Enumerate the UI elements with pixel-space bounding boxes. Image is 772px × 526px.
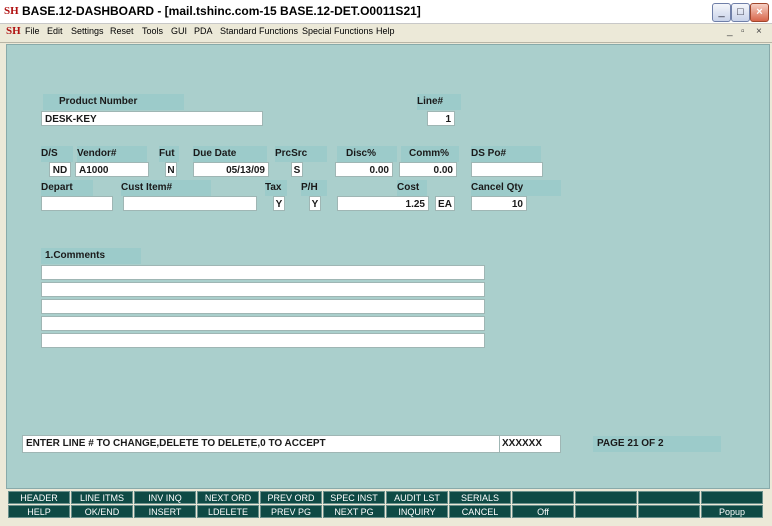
fkey-help-button[interactable]: HELP (8, 505, 70, 518)
fkey-blank-button[interactable] (575, 505, 637, 518)
fkey-prev-ord-button[interactable]: PREV ORD (260, 491, 322, 504)
fkey-blank-button[interactable] (638, 491, 700, 504)
tax-field[interactable]: Y (273, 196, 285, 211)
due-date-label: Due Date (193, 146, 267, 162)
menu-tools[interactable]: Tools (142, 26, 163, 36)
fkey-blank-button[interactable] (701, 491, 763, 504)
cost-um-field[interactable]: EA (435, 196, 455, 211)
vendor-label: Vendor# (77, 146, 147, 162)
ph-field[interactable]: Y (309, 196, 321, 211)
product-number-field[interactable]: DESK-KEY (41, 111, 263, 126)
document-icon[interactable]: SH (6, 25, 21, 37)
fkey-line-items-button[interactable]: LINE ITMS (71, 491, 133, 504)
menu-reset[interactable]: Reset (110, 26, 134, 36)
menu-settings[interactable]: Settings (71, 26, 104, 36)
due-date-field[interactable]: 05/13/09 (193, 162, 269, 177)
fkey-cancel-button[interactable]: CANCEL (449, 505, 511, 518)
depart-label: Depart (41, 180, 93, 196)
fkey-prev-pg-button[interactable]: PREV PG (260, 505, 322, 518)
tax-label: Tax (265, 180, 287, 196)
cost-field[interactable]: 1.25 (337, 196, 429, 211)
dspo-field[interactable] (471, 162, 543, 177)
page-indicator: PAGE 21 OF 2 (593, 436, 721, 452)
menu-standard-functions[interactable]: Standard Functions (220, 26, 298, 36)
fkey-spec-inst-button[interactable]: SPEC INST (323, 491, 385, 504)
comment-line[interactable] (41, 316, 485, 331)
menu-edit[interactable]: Edit (47, 26, 63, 36)
close-button[interactable]: × (750, 3, 769, 22)
fkey-next-pg-button[interactable]: NEXT PG (323, 505, 385, 518)
fut-label: Fut (159, 146, 179, 162)
menu-help[interactable]: Help (376, 26, 395, 36)
comment-line[interactable] (41, 265, 485, 280)
cost-label: Cost (397, 180, 427, 196)
fkey-ok-end-button[interactable]: OK/END (71, 505, 133, 518)
product-number-label: Product Number (43, 94, 184, 110)
comm-label: Comm% (401, 146, 459, 162)
fkey-header-button[interactable]: HEADER (8, 491, 70, 504)
fkey-popup-button[interactable]: Popup (701, 505, 763, 518)
fkey-next-ord-button[interactable]: NEXT ORD (197, 491, 259, 504)
fut-field[interactable]: N (165, 162, 177, 177)
menu-pda[interactable]: PDA (194, 26, 213, 36)
cust-item-field[interactable] (123, 196, 257, 211)
menu-file[interactable]: File (25, 26, 40, 36)
fkey-inquiry-button[interactable]: INQUIRY (386, 505, 448, 518)
window-title: BASE.12-DASHBOARD - [mail.tshinc.com-15 … (22, 4, 421, 18)
fkey-inv-inq-button[interactable]: INV INQ (134, 491, 196, 504)
fkey-audit-lst-button[interactable]: AUDIT LST (386, 491, 448, 504)
comment-line[interactable] (41, 333, 485, 348)
disc-field[interactable]: 0.00 (335, 162, 393, 177)
doc-minimize-button[interactable]: _ (727, 26, 733, 37)
fkey-off-button[interactable]: Off (512, 505, 574, 518)
function-key-bar: HEADER LINE ITMS INV INQ NEXT ORD PREV O… (6, 490, 768, 520)
status-code-field: XXXXXX (499, 435, 561, 453)
status-prompt-field[interactable]: ENTER LINE # TO CHANGE,DELETE TO DELETE,… (22, 435, 500, 453)
form-area: Product Number DESK-KEY Line# 1 D/S Vend… (6, 44, 770, 489)
ph-label: P/H (301, 180, 327, 196)
comment-line[interactable] (41, 299, 485, 314)
line-label: Line# (417, 94, 461, 110)
comment-line[interactable] (41, 282, 485, 297)
cust-item-label: Cust Item# (121, 180, 211, 196)
ds-label: D/S (41, 146, 73, 162)
cancel-qty-label: Cancel Qty (471, 180, 561, 196)
fkey-blank-button[interactable] (575, 491, 637, 504)
cancel-qty-field[interactable]: 10 (471, 196, 527, 211)
app-logo-icon: SH (4, 5, 19, 17)
minimize-button[interactable]: _ (712, 3, 731, 22)
fkey-blank-button[interactable] (512, 491, 574, 504)
menu-special-functions[interactable]: Special Functions (302, 26, 373, 36)
prcsrc-field[interactable]: S (291, 162, 303, 177)
fkey-blank-button[interactable] (638, 505, 700, 518)
comm-field[interactable]: 0.00 (399, 162, 457, 177)
fkey-ldelete-button[interactable]: LDELETE (197, 505, 259, 518)
doc-restore-button[interactable]: ▫ (741, 26, 745, 37)
doc-close-button[interactable]: × (756, 26, 762, 37)
ds-field[interactable]: ND (49, 162, 71, 177)
disc-label: Disc% (337, 146, 397, 162)
title-bar: SH BASE.12-DASHBOARD - [mail.tshinc.com-… (0, 0, 772, 24)
prcsrc-label: PrcSrc (275, 146, 327, 162)
depart-field[interactable] (41, 196, 113, 211)
menu-bar: SH File Edit Settings Reset Tools GUI PD… (0, 24, 772, 43)
fkey-insert-button[interactable]: INSERT (134, 505, 196, 518)
vendor-field[interactable]: A1000 (75, 162, 149, 177)
line-field[interactable]: 1 (427, 111, 455, 126)
fkey-serials-button[interactable]: SERIALS (449, 491, 511, 504)
dspo-label: DS Po# (471, 146, 541, 162)
menu-gui[interactable]: GUI (171, 26, 187, 36)
maximize-button[interactable]: □ (731, 3, 750, 22)
comments-label: 1.Comments (41, 248, 141, 264)
